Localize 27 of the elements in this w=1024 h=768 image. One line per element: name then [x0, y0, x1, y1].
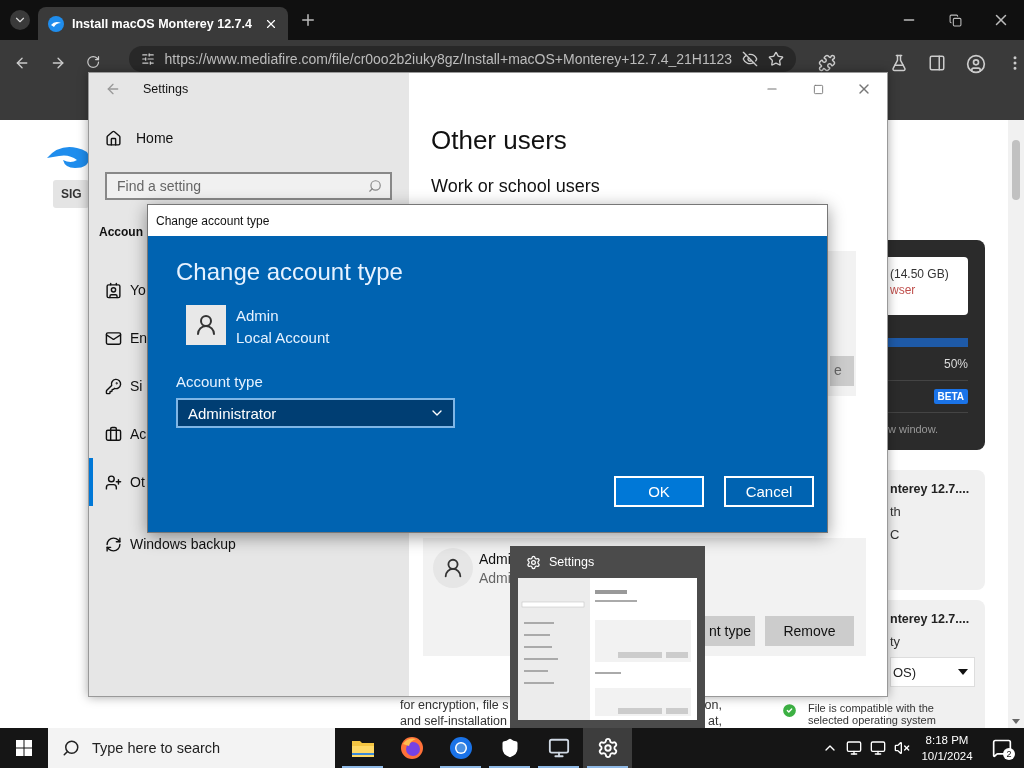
body-text: at,	[708, 713, 722, 729]
dialog-title: Change account type	[148, 205, 827, 236]
dialog-heading: Change account type	[176, 257, 404, 287]
notification-count: 2	[1003, 748, 1015, 760]
body-text: on,	[704, 697, 722, 713]
user-name: Admin	[236, 306, 280, 326]
compatibility-note: File is compatible with the selected operating system	[808, 702, 937, 726]
beta-badge: BETA	[933, 389, 968, 404]
progress-percent: 50%	[943, 357, 968, 371]
account-kind: Local Account	[236, 328, 330, 348]
card-note: w window.	[888, 422, 940, 435]
window-title: Settings	[143, 82, 189, 96]
browser-warning: wser	[890, 283, 917, 297]
file-title: nterey 12.7....	[890, 482, 971, 496]
user-name: Admi	[479, 550, 511, 567]
file-size: (14.50 GB)	[890, 267, 950, 281]
field-label: Account type	[176, 372, 264, 392]
section-heading: Work or school users	[431, 175, 601, 198]
file-title: nterey 12.7....	[890, 612, 971, 626]
body-text: for encryption, file s	[400, 697, 509, 713]
section-title: Accoun	[99, 224, 143, 241]
body-text: and self-installation	[400, 713, 507, 729]
file-detail: C	[890, 527, 901, 542]
file-detail: th	[890, 504, 902, 519]
file-detail: ty	[890, 634, 902, 649]
user-detail: Admi	[479, 569, 511, 586]
page-heading: Other users	[431, 124, 568, 157]
